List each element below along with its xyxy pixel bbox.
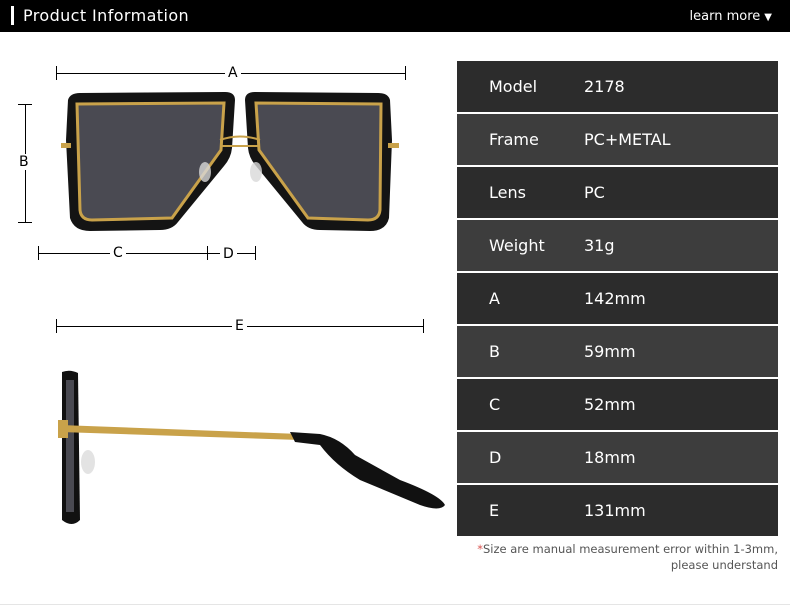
- learn-more-link[interactable]: learn more ▼: [690, 9, 772, 26]
- spec-table: Model 2178 Frame PC+METAL Lens PC Weight…: [457, 61, 778, 538]
- dimension-label-e: E: [232, 318, 247, 334]
- spec-label: E: [489, 501, 500, 520]
- spec-label: Frame: [489, 130, 539, 149]
- spec-row-lens: Lens PC: [457, 167, 778, 218]
- dimension-label-d: D: [220, 246, 237, 262]
- spec-label: A: [489, 289, 500, 308]
- spec-label: Weight: [489, 236, 545, 255]
- chevron-down-icon: ▼: [764, 12, 772, 23]
- bottom-divider: [0, 604, 790, 605]
- spec-label: B: [489, 342, 500, 361]
- dimension-label-b: B: [16, 154, 32, 170]
- spec-value: 2178: [584, 77, 625, 96]
- side-view-glasses: [58, 370, 445, 524]
- spec-value: 18mm: [584, 448, 636, 467]
- spec-label: C: [489, 395, 501, 414]
- spec-row-c: C 52mm: [457, 379, 778, 430]
- spec-value: 59mm: [584, 342, 636, 361]
- spec-row-weight: Weight 31g: [457, 220, 778, 271]
- spec-row-d: D 18mm: [457, 432, 778, 483]
- front-view-glasses: [61, 92, 399, 231]
- dimension-label-c: C: [110, 245, 126, 261]
- spec-label: Model: [489, 77, 538, 96]
- spec-value: 52mm: [584, 395, 636, 414]
- measurement-note: *Size are manual measurement error withi…: [448, 541, 778, 573]
- note-text-1: Size are manual measurement error within…: [482, 542, 778, 556]
- learn-more-label: learn more: [689, 9, 761, 24]
- dimension-label-a: A: [225, 65, 241, 81]
- spec-row-a: A 142mm: [457, 273, 778, 324]
- spec-value: PC+METAL: [584, 130, 671, 149]
- spec-value: 142mm: [584, 289, 646, 308]
- note-line-1: *Size are manual measurement error withi…: [448, 541, 778, 557]
- note-line-2: please understand: [670, 558, 778, 572]
- spec-row-b: B 59mm: [457, 326, 778, 377]
- glasses-illustration: [58, 92, 445, 524]
- spec-label: D: [489, 448, 502, 467]
- spec-value: 31g: [584, 236, 615, 255]
- spec-label: Lens: [489, 183, 526, 202]
- spec-row-frame: Frame PC+METAL: [457, 114, 778, 165]
- spec-value: PC: [584, 183, 605, 202]
- spec-row-e: E 131mm: [457, 485, 778, 536]
- spec-row-model: Model 2178: [457, 61, 778, 112]
- spec-value: 131mm: [584, 501, 646, 520]
